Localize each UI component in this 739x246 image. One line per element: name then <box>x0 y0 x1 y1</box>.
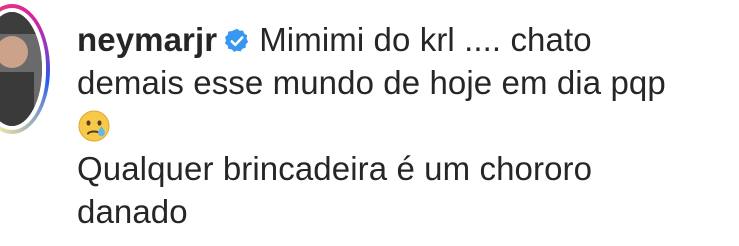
username[interactable]: neymarjr <box>77 21 217 58</box>
comment-block: neymarjr Mimimi do krl .... chato demais… <box>77 18 727 233</box>
comment-text-line-2: demais esse mundo de hoje em dia pqp <box>77 64 666 101</box>
comment-first-line: neymarjr Mimimi do krl .... chato <box>77 18 727 61</box>
verified-badge-icon <box>223 22 251 52</box>
comment-text-line-4: Qualquer brincadeira é um chororo <box>77 150 593 187</box>
comment-emoji-line <box>77 104 727 147</box>
comment-text-line-1: Mimimi do krl .... chato <box>259 21 592 58</box>
crying-face-emoji <box>77 109 111 143</box>
comment-text-line-5: danado <box>77 193 188 230</box>
